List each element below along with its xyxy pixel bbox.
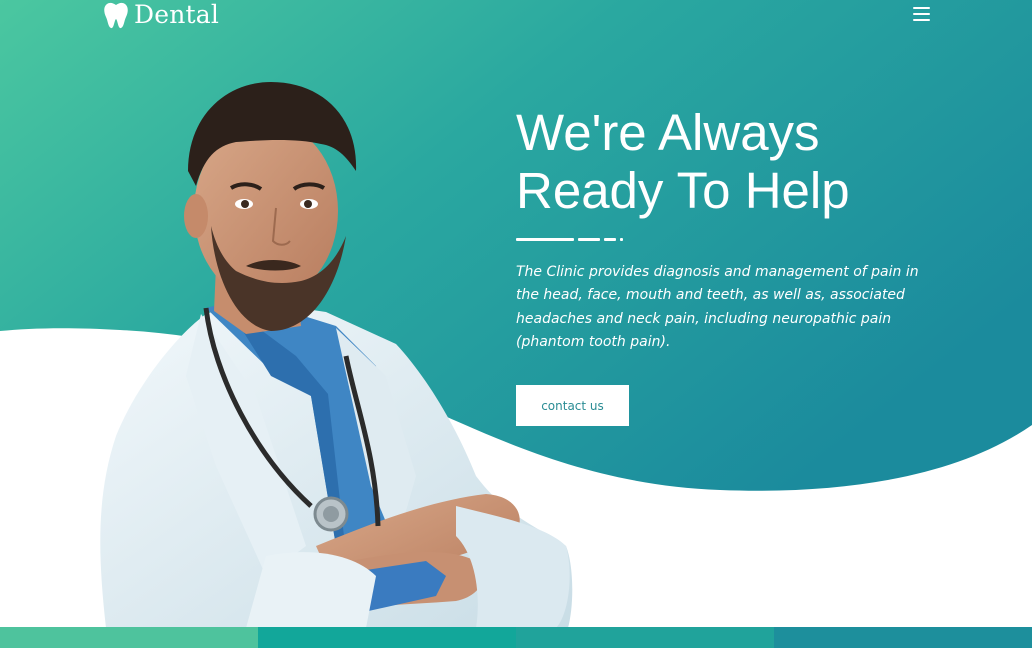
menu-line: [913, 19, 930, 21]
hero-description: The Clinic provides diagnosis and manage…: [516, 264, 919, 350]
menu-line: [913, 13, 930, 15]
brand-name: Dental: [134, 0, 220, 29]
strip-segment: [774, 627, 1032, 648]
strip-segment: [0, 627, 258, 648]
brand-logo[interactable]: Dental: [102, 0, 219, 30]
bottom-color-strip: [0, 627, 1032, 648]
title-divider: [516, 238, 626, 242]
hero-title-line: We're Always: [516, 104, 820, 161]
strip-segment: [258, 627, 516, 648]
hero-title: We're Always Ready To Help: [516, 104, 936, 220]
hero-title-line: Ready To Help: [516, 162, 850, 219]
contact-us-button[interactable]: contact us: [516, 385, 629, 426]
menu-line: [913, 7, 930, 9]
tooth-icon: [104, 2, 128, 29]
hamburger-menu-icon[interactable]: [911, 6, 933, 24]
doctor-photo: [100, 82, 573, 628]
strip-segment: [516, 627, 774, 648]
